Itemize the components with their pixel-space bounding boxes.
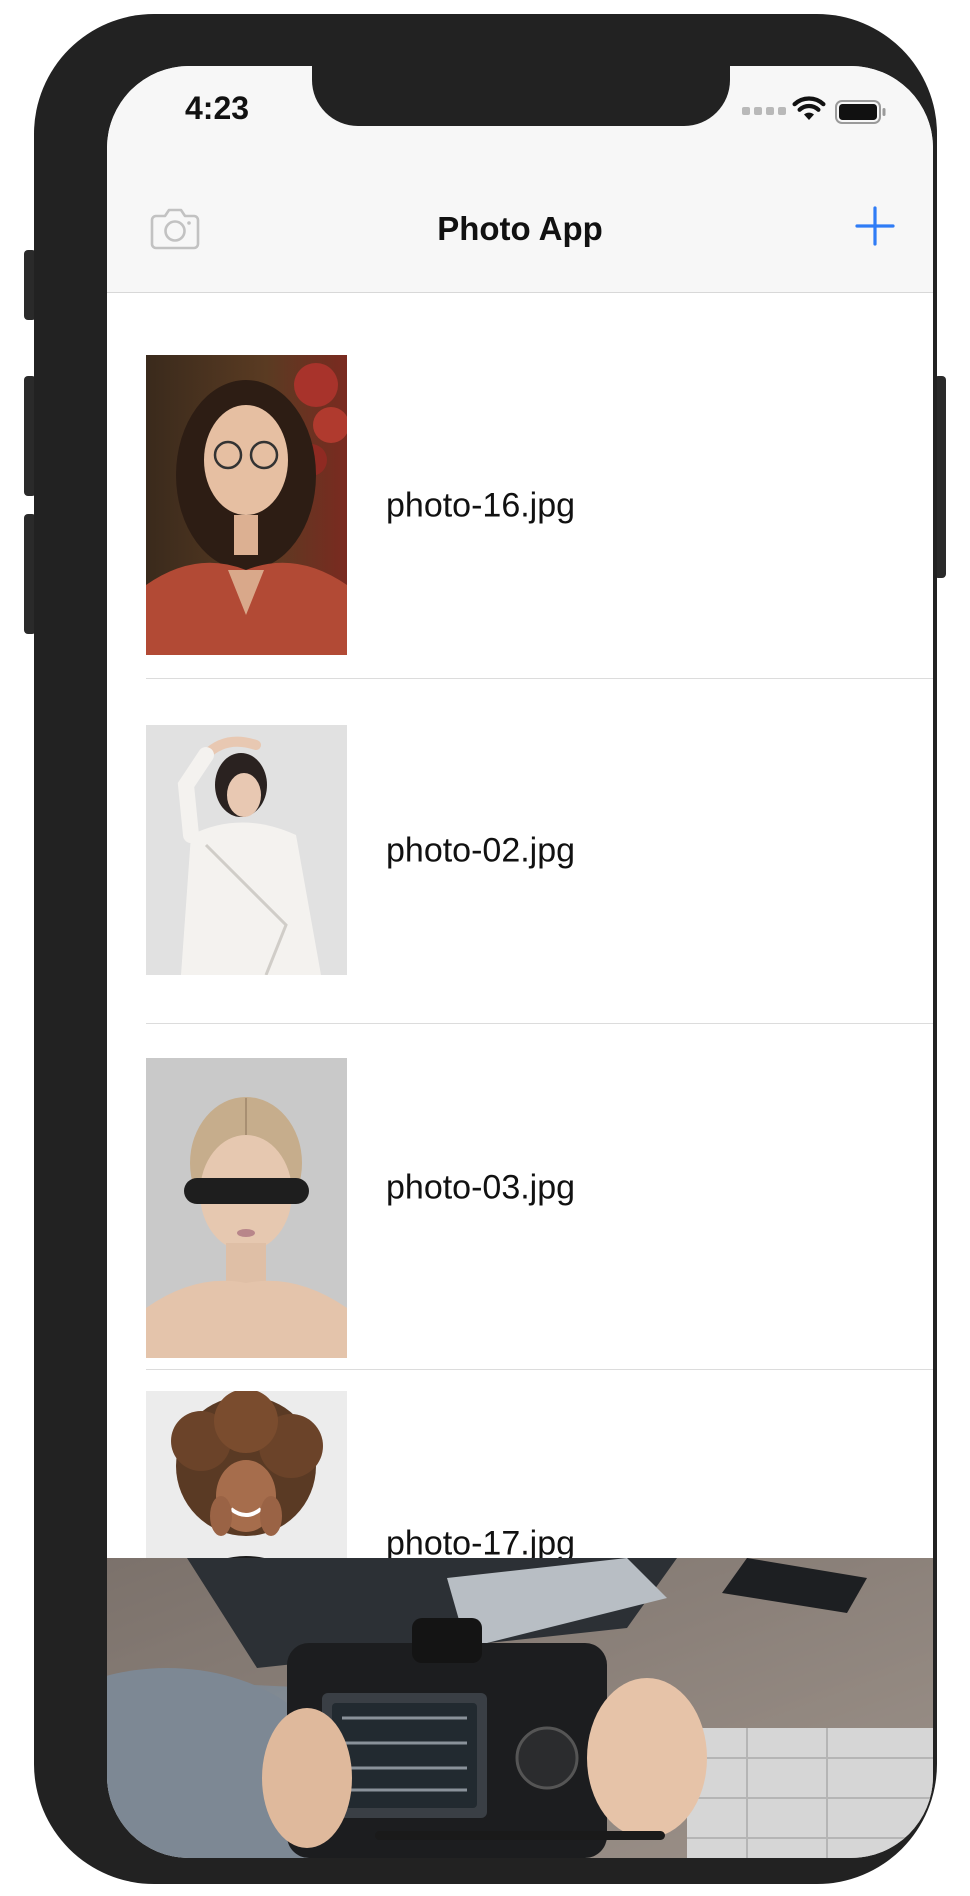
footer-banner-image: [107, 1558, 933, 1858]
plus-icon: [855, 206, 895, 246]
phone-frame: 4:23 Photo App photo-16.jpg photo-02.jpg…: [34, 14, 937, 1884]
page-title: Photo App: [437, 210, 603, 247]
add-photo-button[interactable]: [853, 204, 897, 248]
photo-thumbnail: [146, 1391, 347, 1571]
navigation-bar: Photo App: [107, 176, 933, 293]
list-item[interactable]: photo-16.jpg: [107, 293, 933, 679]
battery-icon: [835, 100, 886, 124]
home-indicator[interactable]: [375, 1831, 665, 1840]
photo-thumbnail: [146, 725, 347, 975]
list-item[interactable]: photo-03.jpg: [107, 1024, 933, 1370]
photo-thumbnail: [146, 1058, 347, 1358]
cellular-signal-icon: [742, 107, 786, 115]
notch: [312, 66, 730, 126]
status-time: 4:23: [185, 90, 250, 126]
wifi-icon: [792, 96, 826, 120]
photo-name: photo-03.jpg: [386, 1168, 576, 1207]
list-item[interactable]: photo-02.jpg: [107, 679, 933, 1024]
photo-name: photo-02.jpg: [386, 831, 576, 870]
photo-thumbnail: [146, 355, 347, 655]
photo-name: photo-16.jpg: [386, 486, 576, 525]
screen: 4:23 Photo App photo-16.jpg photo-02.jpg…: [107, 66, 933, 1858]
status-icons: [742, 96, 892, 126]
